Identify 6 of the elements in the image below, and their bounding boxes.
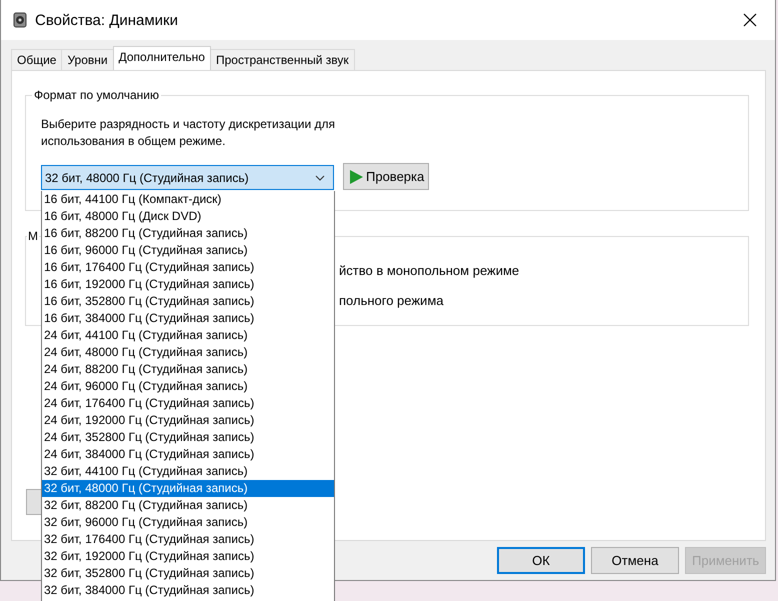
- window-title: Свойства: Динамики: [35, 12, 179, 28]
- group-title: Формат по умолчанию: [32, 88, 161, 102]
- option-text: йство в монопольном режиме: [339, 263, 520, 278]
- option-text: польного режима: [339, 293, 444, 308]
- group-title: М: [27, 229, 39, 243]
- description-text: Выберите разрядность и частоту дискретизации для использования в общем режиме.: [41, 116, 336, 150]
